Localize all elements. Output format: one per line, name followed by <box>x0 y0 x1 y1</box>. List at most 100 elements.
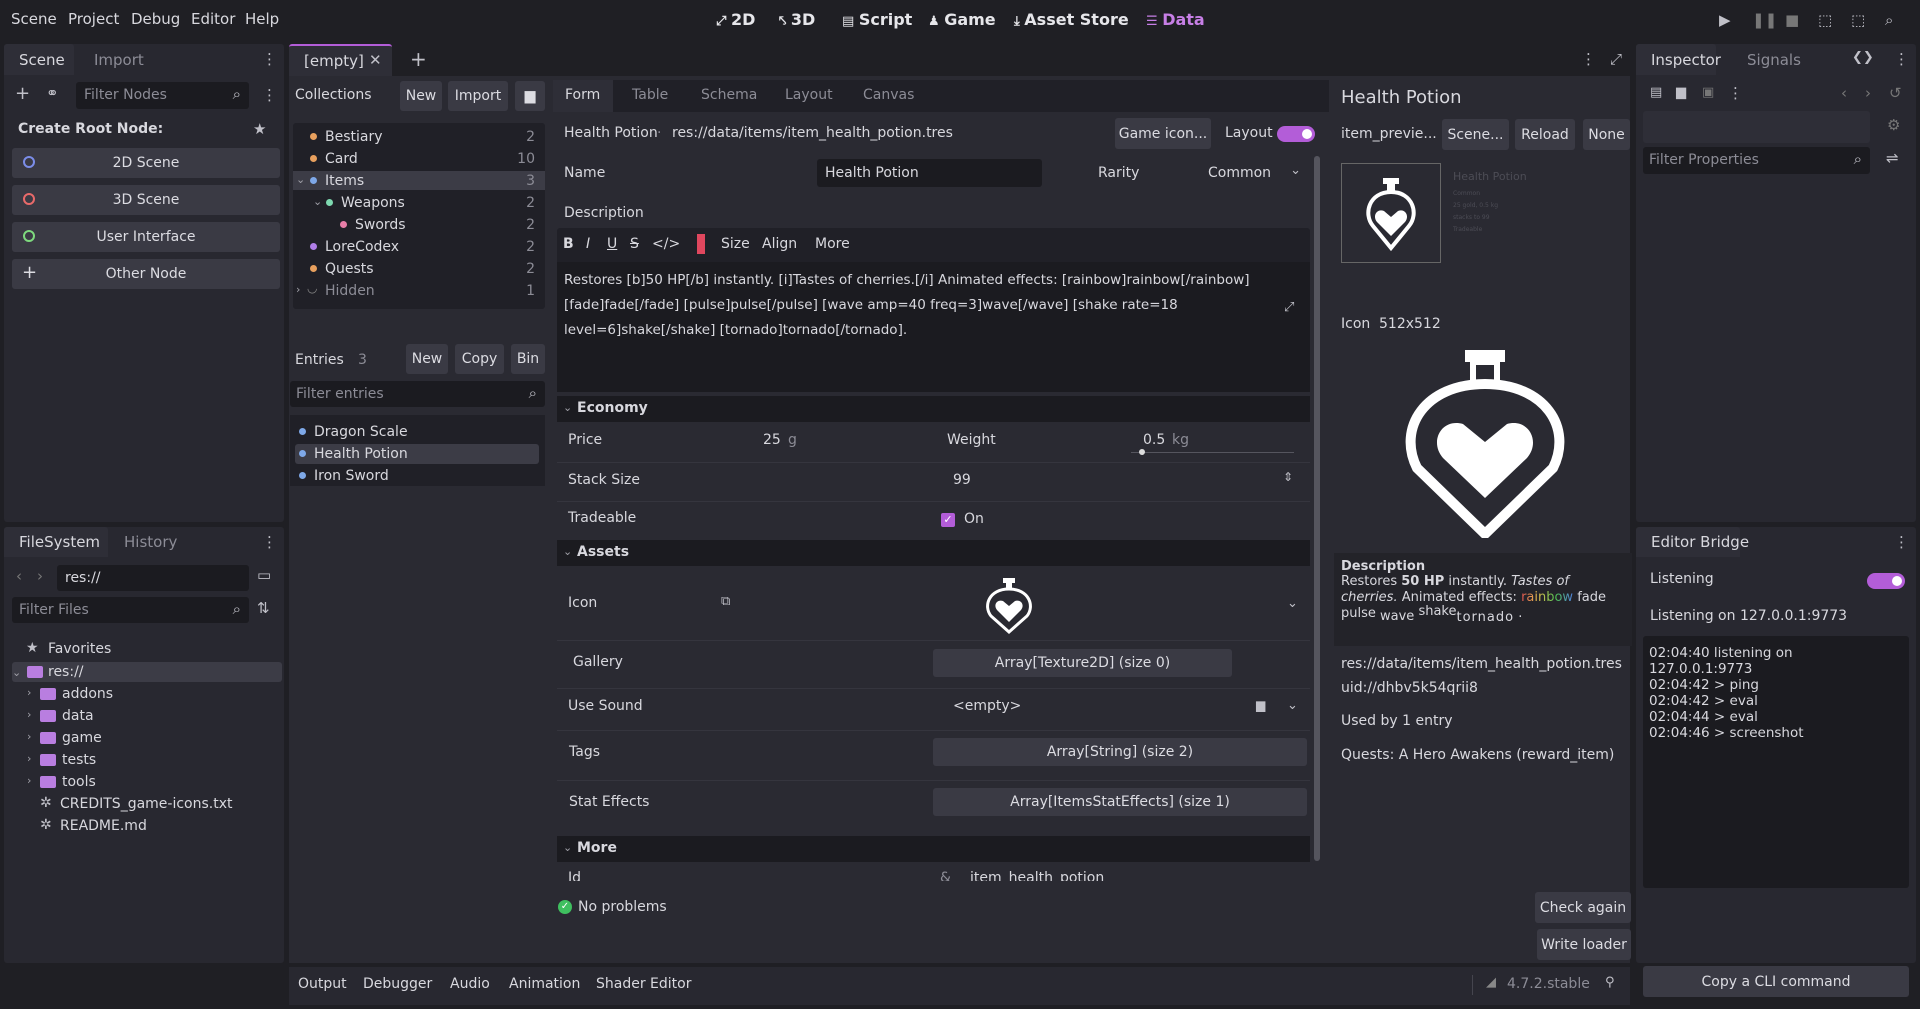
chevron-right-icon[interactable]: › <box>27 774 31 787</box>
tab-import[interactable]: Import <box>94 51 144 69</box>
chevron-right-icon[interactable]: › <box>27 708 31 721</box>
new-ui-button[interactable]: User Interface <box>12 222 280 252</box>
object-path-field[interactable] <box>1643 111 1870 143</box>
more-icon[interactable]: ⋮ <box>1581 50 1596 68</box>
play-custom-icon[interactable]: ⬚ <box>1851 11 1865 29</box>
color-swatch[interactable] <box>697 234 705 254</box>
open-folder-icon[interactable]: ▆ <box>1676 85 1686 100</box>
collection-quests[interactable]: Quests <box>325 261 374 277</box>
file-credits[interactable]: CREDITS_game-icons.txt <box>60 796 233 812</box>
new-3d-scene-button[interactable]: 3D Scene <box>12 185 280 215</box>
root-folder-item[interactable]: res:// <box>48 664 84 680</box>
tab-form[interactable]: Form <box>565 87 600 103</box>
save-icon[interactable]: ▣ <box>1702 85 1714 100</box>
tab-filesystem[interactable]: FileSystem <box>19 533 100 551</box>
add-tab-icon[interactable]: + <box>410 47 427 71</box>
layout-toggle[interactable] <box>1277 126 1315 142</box>
close-icon[interactable]: ✕ <box>369 51 382 69</box>
tab-history[interactable]: History <box>124 533 177 551</box>
chevron-down-icon[interactable]: ⌄ <box>313 195 322 208</box>
description-editor[interactable]: B I U S </> Size Align More Restores [b]… <box>557 228 1310 392</box>
copy-cli-command-button[interactable]: Copy a CLI command <box>1643 966 1909 997</box>
other-node-button[interactable]: + Other Node <box>12 259 280 289</box>
chevron-down-icon[interactable]: ⌄ <box>1287 698 1298 713</box>
fullscreen-icon[interactable]: ⤢ <box>1610 50 1622 68</box>
movie-icon[interactable]: ⌕ <box>1885 11 1893 29</box>
entry-health-potion[interactable]: Health Potion <box>314 446 408 462</box>
tags-array-button[interactable]: Array[String] (size 2) <box>933 738 1307 766</box>
pause-icon[interactable]: ❚❚ <box>1752 11 1777 29</box>
chevron-down-icon[interactable]: ⌄ <box>296 173 305 186</box>
more-format-button[interactable]: More <box>815 236 850 252</box>
pin-icon[interactable]: ⚲ <box>1605 975 1615 990</box>
price-value[interactable]: 25 <box>763 432 781 448</box>
forward-icon[interactable]: › <box>1865 84 1871 102</box>
id-value[interactable]: item_health_potion <box>970 870 1104 881</box>
align-button[interactable]: Align <box>762 236 797 252</box>
use-sound-value[interactable]: <empty> <box>953 698 1021 714</box>
reload-button[interactable]: Reload <box>1515 119 1575 150</box>
history-icon[interactable]: ↺ <box>1889 84 1902 102</box>
open-folder-button[interactable]: ▆ <box>515 81 545 111</box>
bin-entry-button[interactable]: Bin <box>511 344 545 374</box>
tab-audio[interactable]: Audio <box>450 976 490 992</box>
game-icon-button[interactable]: Game icon... <box>1115 118 1211 149</box>
folder-addons[interactable]: addons <box>62 686 113 702</box>
tab-scene[interactable]: Scene <box>19 51 65 69</box>
chevron-down-icon[interactable]: ⌄ <box>1287 596 1298 611</box>
version-label[interactable]: 4.7.2.stable <box>1507 976 1590 992</box>
spin-arrows-icon[interactable]: ⇕ <box>1283 470 1293 484</box>
link-icon[interactable]: ⚭ <box>46 84 59 102</box>
dock-menu-icon[interactable]: ⋮ <box>262 533 277 551</box>
workspace-game-button[interactable]: ♟ Game <box>928 10 996 29</box>
more-section-header[interactable]: ⌄ More <box>557 836 1310 862</box>
entry-iron-sword[interactable]: Iron Sword <box>314 468 389 484</box>
form-scrollbar[interactable] <box>1314 156 1320 861</box>
tab-canvas[interactable]: Canvas <box>863 87 914 103</box>
forward-icon[interactable]: › <box>37 567 43 585</box>
weight-slider-grabber[interactable] <box>1139 449 1145 455</box>
workspace-assetstore-button[interactable]: ⤓ Asset Store <box>1014 10 1129 29</box>
chevron-right-icon[interactable]: › <box>27 752 31 765</box>
menu-debug[interactable]: Debug <box>131 10 180 28</box>
file-readme[interactable]: README.md <box>60 818 147 834</box>
folder-tools[interactable]: tools <box>62 774 96 790</box>
menu-editor[interactable]: Editor <box>191 10 235 28</box>
menu-project[interactable]: Project <box>68 10 119 28</box>
collection-swords[interactable]: Swords <box>355 217 406 233</box>
new-entry-button[interactable]: New <box>406 344 448 374</box>
dock-menu-icon[interactable]: ⋮ <box>1894 533 1909 551</box>
filter-files-input[interactable]: Filter Files ⌕ <box>12 597 249 623</box>
gallery-array-button[interactable]: Array[Texture2D] (size 0) <box>933 649 1232 677</box>
collection-weapons[interactable]: Weapons <box>341 195 405 211</box>
tab-layout[interactable]: Layout <box>785 87 833 103</box>
stack-size-value[interactable]: 99 <box>953 472 971 488</box>
rarity-select[interactable]: Common ⌄ <box>1200 159 1307 187</box>
add-node-icon[interactable]: + <box>15 83 30 104</box>
doc-tab[interactable]: [empty] ✕ <box>289 44 392 76</box>
new-2d-scene-button[interactable]: 2D Scene <box>12 148 280 178</box>
history-back-icon[interactable]: ❮❯ <box>1852 50 1874 65</box>
menu-help[interactable]: Help <box>245 10 279 28</box>
collection-items[interactable]: Items <box>325 173 364 189</box>
none-button[interactable]: None <box>1583 119 1630 150</box>
write-loader-button[interactable]: Write loader <box>1537 929 1631 960</box>
economy-section-header[interactable]: ⌄ Economy <box>557 396 1310 422</box>
entry-dragon-scale[interactable]: Dragon Scale <box>314 424 408 440</box>
workspace-script-button[interactable]: ▤ Script <box>842 10 912 29</box>
weight-slider-track[interactable] <box>1131 449 1294 455</box>
expand-icon[interactable]: ⤢ <box>1284 300 1294 315</box>
collection-hidden[interactable]: Hidden <box>325 283 375 299</box>
collection-card[interactable]: Card <box>325 151 358 167</box>
name-input[interactable]: Health Potion <box>817 159 1042 187</box>
scene-picker-button[interactable]: Scene... <box>1442 119 1509 150</box>
filter-entries-input[interactable]: Filter entries ⌕ <box>290 381 545 407</box>
split-view-icon[interactable]: ▭ <box>257 566 271 584</box>
tab-signals[interactable]: Signals <box>1747 51 1801 69</box>
dock-menu-icon[interactable]: ⋮ <box>1894 50 1909 68</box>
folder-data[interactable]: data <box>62 708 94 724</box>
star-icon[interactable]: ★ <box>253 120 266 138</box>
sort-icon[interactable]: ⇅ <box>257 599 270 617</box>
path-input[interactable]: res:// <box>57 565 249 591</box>
tab-inspector[interactable]: Inspector <box>1651 51 1721 69</box>
